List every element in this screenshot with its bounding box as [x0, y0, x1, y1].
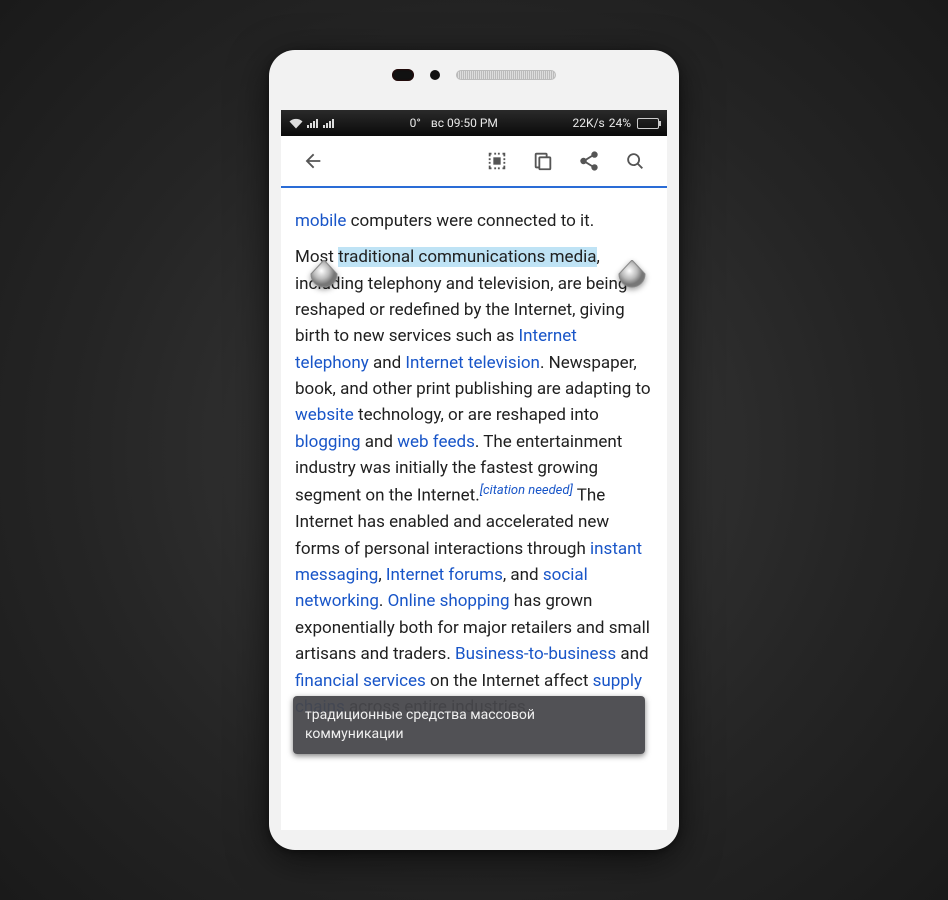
status-left: [289, 118, 335, 129]
status-bar: 0° вс 09:50 PM 22K/s 24%: [281, 110, 667, 136]
back-button[interactable]: [293, 141, 333, 181]
citation-needed[interactable]: [citation needed]: [480, 483, 573, 498]
link-internet-television[interactable]: Internet television: [405, 353, 540, 373]
text: , and: [503, 565, 543, 585]
translation-tooltip[interactable]: традиционные средства массовой коммуника…: [293, 696, 645, 754]
share-button[interactable]: [569, 141, 609, 181]
tooltip-text: традиционные средства массовой коммуника…: [305, 707, 535, 742]
link-blogging[interactable]: blogging: [295, 432, 361, 452]
status-battery-pct: 24%: [609, 116, 631, 130]
wifi-icon: [289, 118, 303, 129]
text: on the Internet affect: [426, 671, 593, 691]
text: and: [616, 644, 648, 664]
signal-icon-2: [323, 118, 335, 128]
status-temp: 0°: [410, 116, 421, 130]
status-speed: 22K/s: [573, 116, 605, 130]
link-online-shopping[interactable]: Online shopping: [388, 591, 510, 611]
link-website[interactable]: website: [295, 405, 354, 425]
link-financial-services[interactable]: financial services: [295, 671, 426, 691]
text: and: [361, 432, 398, 452]
battery-icon: [637, 118, 659, 129]
selected-text[interactable]: traditional communications media: [338, 247, 596, 267]
proximity-sensor: [392, 69, 414, 81]
copy-button[interactable]: [523, 141, 563, 181]
text: computers were connected to it.: [346, 211, 594, 231]
status-day: вс: [431, 116, 444, 130]
link-web-feeds[interactable]: web feeds: [397, 432, 475, 452]
text: Most: [295, 247, 338, 267]
text: ,: [378, 565, 386, 585]
status-right: 22K/s 24%: [573, 116, 659, 130]
link-business-to-business[interactable]: Business-to-business: [455, 644, 616, 664]
search-button[interactable]: [615, 141, 655, 181]
link-internet-forums[interactable]: Internet forums: [386, 565, 503, 585]
paragraph-main: Most traditional communications media, i…: [295, 244, 653, 720]
text: technology, or are reshaped into: [354, 405, 599, 425]
front-camera: [430, 70, 440, 80]
text: .: [379, 591, 388, 611]
status-center: 0° вс 09:50 PM: [341, 116, 567, 130]
link-mobile[interactable]: mobile: [295, 211, 346, 231]
phone-frame: 0° вс 09:50 PM 22K/s 24%: [269, 50, 679, 850]
select-all-button[interactable]: [477, 141, 517, 181]
article-content[interactable]: mobile computers were connected to it. M…: [281, 188, 667, 830]
status-time: 09:50 PM: [447, 116, 498, 130]
signal-icon-1: [307, 118, 319, 128]
paragraph-fragment: mobile computers were connected to it.: [295, 208, 653, 234]
text: and: [369, 353, 406, 373]
screen: 0° вс 09:50 PM 22K/s 24%: [281, 110, 667, 830]
app-toolbar: [281, 136, 667, 188]
phone-top-hardware: [269, 50, 679, 100]
earpiece-speaker: [456, 70, 556, 80]
